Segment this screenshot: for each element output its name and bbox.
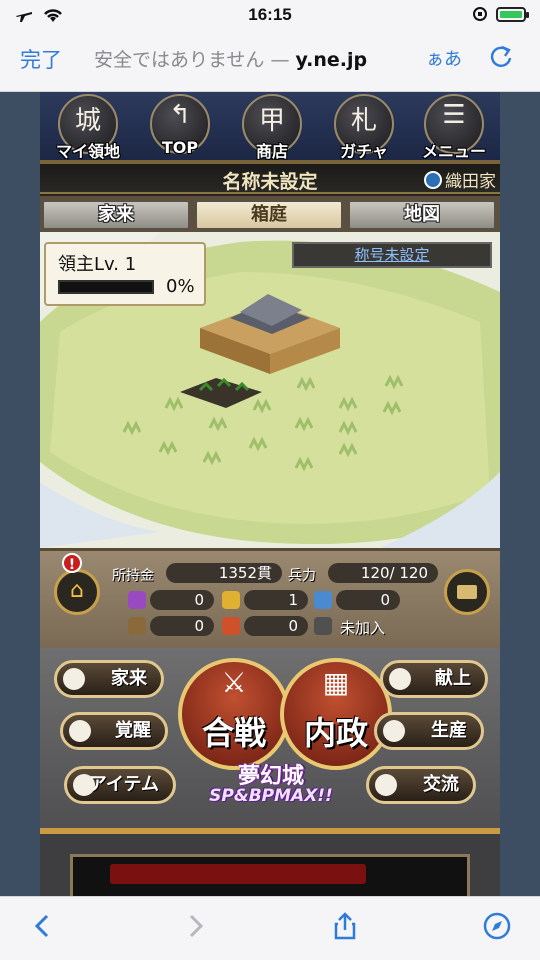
event-banner[interactable]: 夢幻城 SP&BPMAX!! (200, 758, 342, 812)
exchange-button[interactable]: 交流 (366, 766, 476, 804)
text-size-button[interactable]: ぁあ (426, 45, 462, 71)
compass-icon[interactable] (482, 911, 512, 941)
battery-icon (496, 6, 529, 22)
awaken-button[interactable]: 覚醒 (60, 712, 168, 750)
gold-value: 1352貫 (166, 563, 282, 583)
done-button[interactable]: 完了 (20, 44, 62, 74)
lord-progress-bar (58, 280, 154, 294)
item-label: アイテム (88, 774, 159, 795)
url-field[interactable]: 安全ではありません — y.ne.jp (94, 45, 367, 72)
castle-icon: 城 (74, 106, 101, 136)
crossed-swords-icon: ⚔ (221, 666, 247, 699)
nav-label: 商店 (255, 142, 288, 161)
alert-badge: ! (62, 553, 82, 573)
awaken-label: 覚醒 (115, 720, 151, 741)
game-nav: 城 マイ領地 ↰ TOP 甲 商店 札 ガチャ ☰ メニュー (40, 92, 500, 164)
gold-label: 所持金 (112, 568, 154, 584)
url-prefix: 安全ではありません — (94, 49, 296, 71)
title-link[interactable]: 称号未設定 (292, 242, 492, 268)
resource-icon-2 (222, 591, 240, 609)
domestic-label: 内政 (303, 714, 368, 752)
resource-icon-3 (314, 591, 332, 609)
samurai-icon (63, 668, 85, 690)
nav-label: TOP (161, 138, 199, 157)
browser-address-bar: 完了 安全ではありません — y.ne.jp ぁあ (0, 30, 540, 92)
resource-icon-1 (128, 591, 146, 609)
nav-label: マイ領地 (55, 142, 120, 161)
item-button[interactable]: アイテム (64, 766, 176, 804)
offering-button[interactable]: 献上 (380, 660, 488, 698)
card-icon: 札 (350, 106, 377, 136)
nav-label: メニュー (421, 142, 486, 161)
resource-icon-5 (222, 617, 240, 635)
tab-map[interactable]: 地図 (348, 200, 496, 230)
resource-icon-4 (128, 617, 146, 635)
resource-value-4: 0 (150, 616, 214, 636)
offering-label: 献上 (435, 668, 471, 689)
resource-value-5: 0 (244, 616, 308, 636)
nav-top[interactable]: ↰ TOP (136, 92, 224, 162)
reload-icon[interactable] (488, 42, 514, 70)
troops-value: 120/ 120 (328, 563, 438, 583)
browser-toolbar (0, 896, 540, 960)
event-subtitle: SP&BPMAX!! (209, 786, 333, 806)
forward-icon[interactable] (180, 911, 210, 941)
clan-name: 織田家 (445, 172, 496, 192)
castle-title-bar: 名称未設定 織田家 (40, 164, 500, 194)
return-arrow-icon: ↰ (169, 100, 191, 130)
storage-box-button[interactable] (444, 569, 490, 615)
armor-icon: 甲 (258, 106, 285, 136)
retainer-button[interactable]: 家来 (54, 660, 164, 698)
nav-gacha[interactable]: 札 ガチャ (320, 92, 408, 162)
action-panel: 家来 覚醒 アイテム ⚔ 合戦 ▦ 内政 献上 生産 交流 夢幻城 SP&BPM… (40, 648, 500, 828)
resource-value-1: 0 (150, 590, 214, 610)
back-icon[interactable] (28, 911, 58, 941)
nav-shop[interactable]: 甲 商店 (228, 92, 316, 162)
exchange-label: 交流 (423, 774, 459, 795)
lower-area (40, 834, 500, 896)
brush-icon (73, 774, 95, 796)
lord-level: 領主Lv. 1 (58, 254, 137, 275)
battle-label: 合戦 (201, 714, 266, 752)
tab-garden[interactable]: 箱庭 (195, 200, 343, 230)
tabs: 家来 箱庭 地図 (40, 196, 500, 232)
home-button[interactable]: ⌂ (54, 569, 100, 615)
clan-badge: 織田家 (424, 167, 496, 192)
troops-label: 兵力 (288, 568, 316, 584)
production-label: 生産 (431, 720, 467, 741)
resource-value-2: 1 (244, 590, 308, 610)
url-host: y.ne.jp (295, 49, 368, 71)
clan-crest-icon (424, 170, 442, 189)
retainer-label: 家来 (111, 668, 147, 689)
battle-button[interactable]: ⚔ 合戦 (178, 658, 290, 770)
lower-banner (110, 864, 366, 884)
orientation-lock-icon (473, 7, 487, 21)
status-right (472, 6, 529, 22)
offering-icon (389, 668, 411, 690)
status-bar: 16:15 (0, 0, 540, 30)
house-icon: ⌂ (70, 578, 84, 603)
domestic-button[interactable]: ▦ 内政 (280, 658, 392, 770)
resource-panel: ⌂ ! 所持金 1352貫 兵力 120/ 120 0 1 0 0 0 未加入 (40, 548, 500, 648)
tab-retainers[interactable]: 家来 (42, 200, 190, 230)
menu-icon: ☰ (442, 100, 466, 130)
game-frame: 城 マイ領地 ↰ TOP 甲 商店 札 ガチャ ☰ メニュー 名称未設定 織田家… (40, 92, 500, 896)
people-icon (375, 774, 397, 796)
share-icon[interactable] (330, 911, 360, 941)
grid-icon: ▦ (322, 666, 350, 699)
territory-map[interactable]: 領主Lv. 1 0% 称号未設定 (40, 232, 500, 548)
guild-icon (314, 617, 332, 635)
production-button[interactable]: 生産 (374, 712, 484, 750)
resource-value-3: 0 (336, 590, 400, 610)
nav-label: ガチャ (340, 142, 388, 161)
nav-menu[interactable]: ☰ メニュー (410, 92, 498, 162)
production-icon (383, 720, 405, 742)
guild-status: 未加入 (340, 619, 386, 637)
lord-progress-text: 0% (166, 276, 195, 297)
nav-my-territory[interactable]: 城 マイ領地 (44, 92, 132, 162)
awaken-icon (69, 720, 91, 742)
lord-level-panel: 領主Lv. 1 0% (44, 242, 206, 306)
status-time: 16:15 (248, 5, 292, 24)
